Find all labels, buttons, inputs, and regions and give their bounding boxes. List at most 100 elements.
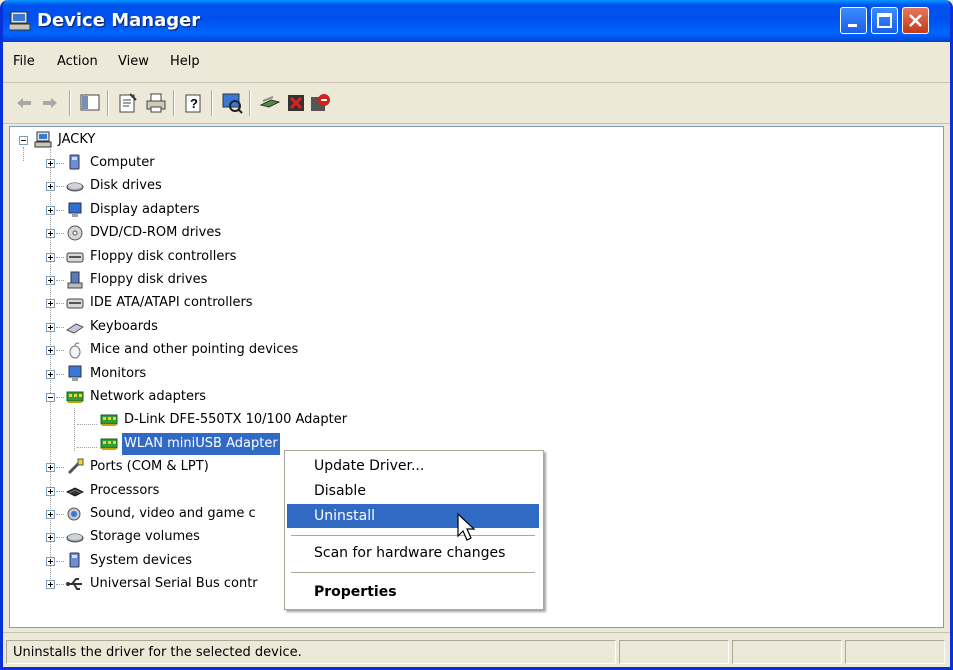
tree-root-label: JACKY <box>58 132 96 147</box>
status-text: Uninstalls the driver for the selected d… <box>6 640 616 664</box>
expand-toggle[interactable] <box>46 253 55 262</box>
tree-item-label: DVD/CD-ROM drives <box>90 225 222 240</box>
tree-connector <box>56 280 64 281</box>
tree-connector <box>56 210 64 211</box>
expand-toggle[interactable] <box>46 533 55 542</box>
expand-toggle[interactable] <box>46 346 55 355</box>
tree-item[interactable]: Floppy disk controllers <box>46 246 366 268</box>
tree-item[interactable]: Floppy disk drives <box>46 269 366 291</box>
title-bar[interactable]: Device Manager <box>3 0 950 42</box>
menu-action[interactable]: Action <box>57 54 98 69</box>
back-arrow-icon[interactable] <box>13 92 35 114</box>
toolbar: ? <box>3 83 950 124</box>
expand-toggle[interactable] <box>46 510 55 519</box>
expand-toggle[interactable] <box>46 182 55 191</box>
menu-help[interactable]: Help <box>170 54 200 69</box>
collapse-toggle[interactable] <box>46 393 55 402</box>
tree-item[interactable]: DVD/CD-ROM drives <box>46 222 366 244</box>
toolbar-separator <box>107 90 109 116</box>
tree-item-label: Monitors <box>90 366 147 381</box>
minimize-button[interactable] <box>840 7 867 34</box>
expand-toggle[interactable] <box>46 580 55 589</box>
expand-toggle[interactable] <box>46 206 55 215</box>
collapse-toggle[interactable] <box>19 136 28 145</box>
tree-connector <box>56 257 64 258</box>
cdrom-icon <box>67 225 83 241</box>
tree-item[interactable]: Mice and other pointing devices <box>46 339 366 361</box>
expand-toggle[interactable] <box>46 229 55 238</box>
tree-item-label: D-Link DFE-550TX 10/100 Adapter <box>124 412 348 427</box>
menu-view[interactable]: View <box>118 54 149 69</box>
mouse-cursor-icon <box>457 512 476 541</box>
expand-toggle[interactable] <box>46 299 55 308</box>
menu-bar: File Action View Help <box>3 42 950 83</box>
tree-item[interactable]: D-Link DFE-550TX 10/100 Adapter <box>96 409 396 431</box>
tree-connector <box>56 233 64 234</box>
keyboard-icon <box>66 323 84 334</box>
expand-toggle[interactable] <box>46 276 55 285</box>
expand-toggle[interactable] <box>46 159 55 168</box>
help-icon[interactable]: ? <box>183 92 205 114</box>
uninstall-icon[interactable] <box>285 92 307 114</box>
tree-item-label: IDE ATA/ATAPI controllers <box>90 295 253 310</box>
usb-icon <box>66 578 82 590</box>
tree-item-label: Computer <box>90 155 155 170</box>
scan-hardware-icon[interactable] <box>221 92 243 114</box>
close-button[interactable] <box>902 7 929 34</box>
floppy-icon <box>67 271 83 289</box>
tree-item[interactable]: Display adapters <box>46 199 366 221</box>
menu-file[interactable]: File <box>13 54 35 69</box>
update-driver-icon[interactable] <box>259 92 281 114</box>
tree-item[interactable]: Disk drives <box>46 175 366 197</box>
tree-item[interactable]: Computer <box>46 152 366 174</box>
tree-connector <box>56 467 64 468</box>
ctx-uninstall[interactable]: Uninstall <box>287 504 539 528</box>
tree-item[interactable]: Keyboards <box>46 316 366 338</box>
close-icon <box>909 14 922 27</box>
system-device-icon <box>69 552 80 568</box>
tree-connector <box>74 408 75 451</box>
tree-item-label: Universal Serial Bus contr <box>90 576 258 591</box>
tree-connector <box>56 514 64 515</box>
tree-connector <box>56 374 64 375</box>
network-adapter-icon <box>100 414 118 426</box>
tree-item-label: Processors <box>90 483 160 498</box>
tree-item[interactable]: IDE ATA/ATAPI controllers <box>46 292 366 314</box>
ctx-separator <box>291 535 535 536</box>
show-hide-tree-icon[interactable] <box>79 92 101 114</box>
computer-icon <box>69 154 80 170</box>
maximize-button[interactable] <box>871 7 898 34</box>
tree-item-label: Disk drives <box>90 178 162 193</box>
forward-arrow-icon[interactable] <box>39 92 61 114</box>
computer-icon <box>34 131 52 148</box>
tree-connector <box>56 303 64 304</box>
tree-root-node[interactable]: JACKY <box>18 129 318 151</box>
print-icon[interactable] <box>145 92 167 114</box>
expand-toggle[interactable] <box>46 487 55 496</box>
expand-toggle[interactable] <box>46 370 55 379</box>
tree-item-label: Floppy disk controllers <box>90 249 237 264</box>
device-manager-window: Device Manager File Action View Help ? J… <box>0 0 953 670</box>
status-panel <box>732 640 842 664</box>
status-panel <box>619 640 729 664</box>
tree-item[interactable]: Monitors <box>46 363 366 385</box>
expand-toggle[interactable] <box>46 323 55 332</box>
ctx-scan-hardware[interactable]: Scan for hardware changes <box>287 541 539 565</box>
display-adapter-icon <box>68 202 82 217</box>
tree-item-label: Display adapters <box>90 202 200 217</box>
disable-icon[interactable] <box>309 92 331 114</box>
ctx-update-driver[interactable]: Update Driver... <box>287 454 539 478</box>
tree-item-label: Floppy disk drives <box>90 272 208 287</box>
ctx-disable[interactable]: Disable <box>287 479 539 503</box>
tree-connector <box>56 327 64 328</box>
tree-connector <box>56 186 64 187</box>
expand-toggle[interactable] <box>46 557 55 566</box>
tree-connector <box>56 397 64 398</box>
tree-item[interactable]: Network adapters <box>46 386 366 408</box>
ctx-properties[interactable]: Properties <box>287 580 539 604</box>
toolbar-separator <box>249 90 251 116</box>
svg-text:?: ? <box>190 96 198 111</box>
expand-toggle[interactable] <box>46 463 55 472</box>
properties-icon[interactable] <box>117 92 139 114</box>
tree-item-label: Mice and other pointing devices <box>90 342 299 357</box>
